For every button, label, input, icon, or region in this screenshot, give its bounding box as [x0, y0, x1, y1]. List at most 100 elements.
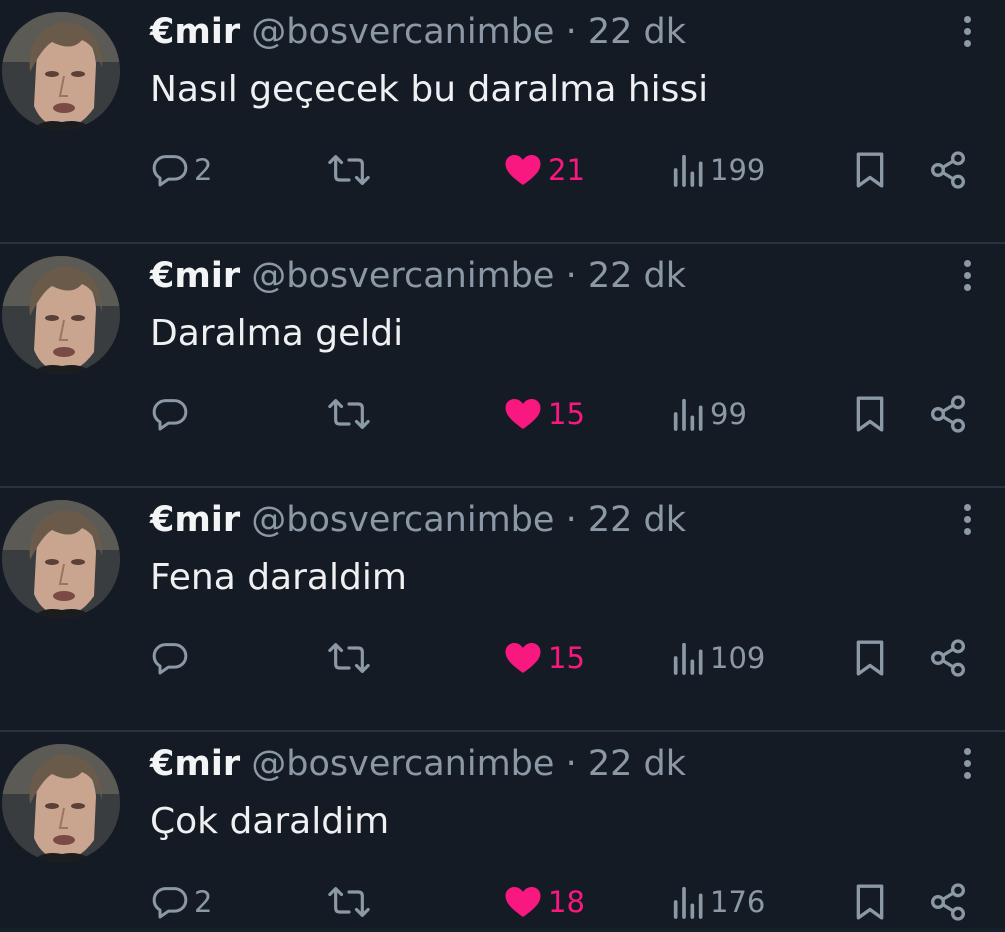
- separator-dot: ·: [565, 500, 577, 540]
- retweet-icon: [328, 643, 370, 673]
- avatar[interactable]: [2, 256, 120, 374]
- bookmark-button[interactable]: [850, 148, 890, 192]
- tweet[interactable]: €mir @bosvercanimbe · 22 dk Daralma geld…: [0, 244, 1005, 488]
- retweet-icon: [328, 155, 370, 185]
- more-icon[interactable]: [957, 744, 977, 788]
- more-icon[interactable]: [957, 12, 977, 56]
- like-button[interactable]: 15: [502, 636, 585, 680]
- avatar[interactable]: [2, 744, 120, 862]
- heart-icon: [505, 643, 541, 673]
- bookmark-icon: [856, 152, 884, 188]
- bookmark-button[interactable]: [850, 880, 890, 924]
- views-button[interactable]: 199: [672, 148, 765, 192]
- share-button[interactable]: [928, 636, 968, 680]
- bookmark-button[interactable]: [850, 392, 890, 436]
- more-icon[interactable]: [957, 256, 977, 300]
- avatar-image: [2, 744, 120, 862]
- timestamp[interactable]: 22 dk: [588, 744, 686, 784]
- tweet-actions: 15 99: [0, 384, 1005, 444]
- reply-count: 2: [194, 885, 213, 919]
- reply-button[interactable]: [150, 392, 194, 436]
- like-button[interactable]: 21: [502, 148, 585, 192]
- retweet-button[interactable]: [327, 880, 371, 924]
- tweet-actions: 15 109: [0, 628, 1005, 688]
- author-name[interactable]: €mir: [150, 12, 240, 52]
- author-handle[interactable]: @bosvercanimbe: [251, 12, 554, 52]
- views-icon: [673, 642, 703, 675]
- author-handle[interactable]: @bosvercanimbe: [251, 500, 554, 540]
- author-name[interactable]: €mir: [150, 744, 240, 784]
- timestamp[interactable]: 22 dk: [588, 12, 686, 52]
- tweet-header: €mir @bosvercanimbe · 22 dk: [150, 742, 686, 786]
- reply-button[interactable]: [150, 636, 194, 680]
- tweet[interactable]: €mir @bosvercanimbe · 22 dk Çok daraldim…: [0, 732, 1005, 928]
- views-button[interactable]: 109: [672, 636, 765, 680]
- tweet-text: Daralma geldi: [150, 313, 404, 354]
- tweet-text: Çok daraldim: [150, 801, 390, 842]
- retweet-icon: [328, 887, 370, 917]
- heart-icon: [505, 399, 541, 429]
- avatar-image: [2, 12, 120, 130]
- bookmark-icon: [856, 640, 884, 676]
- tweet-actions: 2 21 199: [0, 140, 1005, 200]
- heart-icon: [505, 155, 541, 185]
- author-handle[interactable]: @bosvercanimbe: [251, 744, 554, 784]
- reply-icon: [152, 887, 188, 919]
- view-count: 176: [710, 885, 766, 919]
- reply-icon: [152, 643, 188, 675]
- reply-button[interactable]: 2: [150, 148, 212, 192]
- view-count: 199: [710, 153, 766, 187]
- timestamp[interactable]: 22 dk: [588, 256, 686, 296]
- retweet-button[interactable]: [327, 392, 371, 436]
- timestamp[interactable]: 22 dk: [588, 500, 686, 540]
- separator-dot: ·: [565, 744, 577, 784]
- bookmark-button[interactable]: [850, 636, 890, 680]
- author-name[interactable]: €mir: [150, 256, 240, 296]
- share-button[interactable]: [928, 392, 968, 436]
- tweet-feed: €mir @bosvercanimbe · 22 dk Nasıl geçece…: [0, 0, 1005, 928]
- like-count: 21: [548, 153, 585, 187]
- author-name[interactable]: €mir: [150, 500, 240, 540]
- reply-count: 2: [194, 153, 213, 187]
- like-button[interactable]: 15: [502, 392, 585, 436]
- tweet-text: Fena daraldim: [150, 557, 407, 598]
- views-icon: [673, 398, 703, 431]
- reply-icon: [152, 155, 188, 187]
- reply-button[interactable]: 2: [150, 880, 212, 924]
- views-button[interactable]: 99: [672, 392, 747, 436]
- like-count: 18: [548, 885, 585, 919]
- more-icon[interactable]: [957, 500, 977, 544]
- retweet-button[interactable]: [327, 148, 371, 192]
- share-icon: [930, 395, 966, 433]
- avatar-image: [2, 256, 120, 374]
- retweet-icon: [328, 399, 370, 429]
- tweet[interactable]: €mir @bosvercanimbe · 22 dk Fena daraldi…: [0, 488, 1005, 732]
- avatar-image: [2, 500, 120, 618]
- share-button[interactable]: [928, 148, 968, 192]
- heart-icon: [505, 887, 541, 917]
- tweet-header: €mir @bosvercanimbe · 22 dk: [150, 498, 686, 542]
- share-button[interactable]: [928, 880, 968, 924]
- retweet-button[interactable]: [327, 636, 371, 680]
- views-button[interactable]: 176: [672, 880, 765, 924]
- view-count: 109: [710, 641, 766, 675]
- tweet-header: €mir @bosvercanimbe · 22 dk: [150, 10, 686, 54]
- tweet-text: Nasıl geçecek bu daralma hissi: [150, 69, 709, 110]
- separator-dot: ·: [565, 256, 577, 296]
- author-handle[interactable]: @bosvercanimbe: [251, 256, 554, 296]
- view-count: 99: [710, 397, 747, 431]
- like-count: 15: [548, 397, 585, 431]
- tweet[interactable]: €mir @bosvercanimbe · 22 dk Nasıl geçece…: [0, 0, 1005, 244]
- share-icon: [930, 151, 966, 189]
- views-icon: [673, 886, 703, 919]
- reply-icon: [152, 399, 188, 431]
- separator-dot: ·: [565, 12, 577, 52]
- tweet-actions: 2 18 176: [0, 872, 1005, 932]
- tweet-header: €mir @bosvercanimbe · 22 dk: [150, 254, 686, 298]
- avatar[interactable]: [2, 12, 120, 130]
- bookmark-icon: [856, 884, 884, 920]
- share-icon: [930, 639, 966, 677]
- like-button[interactable]: 18: [502, 880, 585, 924]
- avatar[interactable]: [2, 500, 120, 618]
- bookmark-icon: [856, 396, 884, 432]
